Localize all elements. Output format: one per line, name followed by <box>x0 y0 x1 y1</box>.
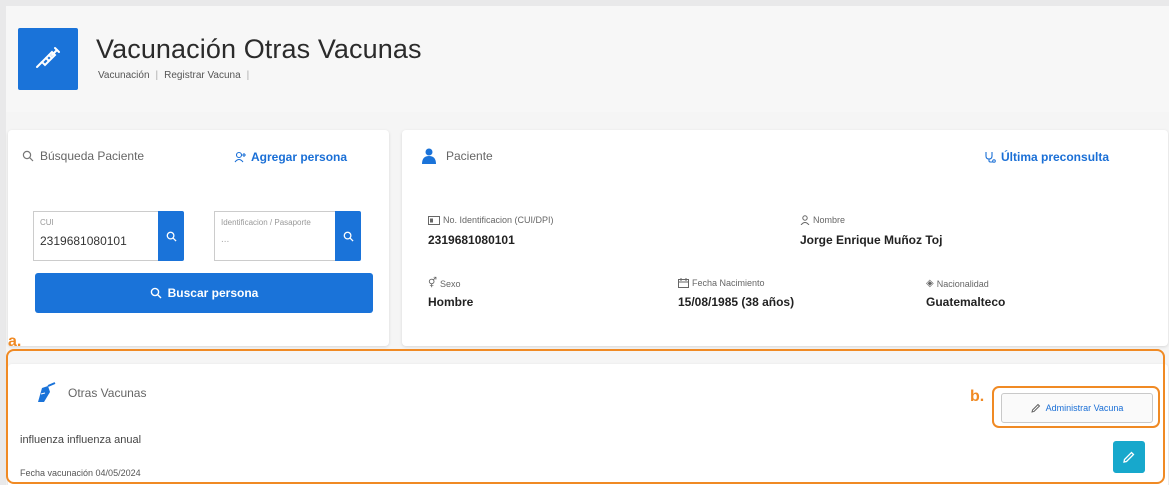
search-icon <box>150 287 162 299</box>
breadcrumb-separator: | <box>246 70 250 81</box>
sex-label-text: Sexo <box>440 278 461 289</box>
search-title: Búsqueda Paciente <box>40 149 145 163</box>
globe-icon: ◈ <box>926 278 934 289</box>
person-outline-icon <box>800 215 810 225</box>
add-person-label: Agregar persona <box>251 150 348 164</box>
id-passport-value: ... <box>221 234 230 245</box>
breadcrumb-separator: | <box>155 70 159 81</box>
id-passport-label: Identificacion / Pasaporte <box>221 218 311 227</box>
birth-label-text: Fecha Nacimiento <box>692 278 765 288</box>
id-passport-input[interactable]: Identificacion / Pasaporte ... <box>214 211 335 261</box>
name-label-text: Nombre <box>813 215 846 225</box>
id-label: No. Identificacion (CUI/DPI) <box>428 215 554 225</box>
breadcrumb-item-registrar[interactable]: Registrar Vacuna <box>164 70 241 81</box>
id-search-button[interactable] <box>335 211 361 261</box>
syringe-icon <box>18 28 78 90</box>
nationality-label-text: Nacionalidad <box>936 278 989 289</box>
id-card-icon <box>428 215 440 225</box>
gender-icon: ⚥ <box>428 278 438 289</box>
cui-input[interactable]: CUI 2319681080101 <box>33 211 158 261</box>
search-person-label: Buscar persona <box>167 286 259 300</box>
nationality-value: Guatemalteco <box>926 295 1006 309</box>
breadcrumb: Vacunación | Registrar Vacuna | <box>98 70 249 81</box>
id-value: 2319681080101 <box>428 233 515 247</box>
birth-label: Fecha Nacimiento <box>678 278 765 288</box>
id-label-text: No. Identificacion (CUI/DPI) <box>443 215 554 225</box>
page-title: Vacunación Otras Vacunas <box>96 34 422 64</box>
name-value: Jorge Enrique Muñoz Toj <box>800 233 943 247</box>
page-header: Vacunación Otras Vacunas Vacunación | Re… <box>6 6 1169 112</box>
calendar-icon <box>678 278 689 288</box>
patient-header: Paciente <box>422 148 493 164</box>
stethoscope-icon <box>985 152 996 163</box>
last-preconsult-link[interactable]: Última preconsulta <box>984 150 1109 164</box>
person-icon <box>422 148 436 164</box>
patient-title: Paciente <box>446 149 493 163</box>
patient-search-card: Búsqueda Paciente Agregar persona CUI 23… <box>8 130 389 346</box>
sex-label: ⚥ Sexo <box>428 278 461 289</box>
annotation-label-b: b. <box>970 388 985 405</box>
add-person-icon <box>234 151 246 163</box>
name-label: Nombre <box>800 215 845 225</box>
add-person-link[interactable]: Agregar persona <box>234 150 347 164</box>
cui-label: CUI <box>40 218 54 227</box>
last-preconsult-label: Última preconsulta <box>1001 150 1110 164</box>
annotation-box-b <box>992 386 1160 428</box>
search-person-button[interactable]: Buscar persona <box>35 273 373 313</box>
sex-value: Hombre <box>428 295 474 309</box>
patient-card: Paciente Última preconsulta No. Identifi… <box>402 130 1168 346</box>
search-icon <box>166 231 177 242</box>
birth-value: 15/08/1985 (38 años) <box>678 295 795 309</box>
search-header: Búsqueda Paciente <box>22 149 144 163</box>
cui-value: 2319681080101 <box>40 234 127 248</box>
search-icon <box>22 150 34 162</box>
annotation-label-a: a. <box>8 333 22 350</box>
nationality-label: ◈ Nacionalidad <box>926 278 989 289</box>
cui-search-button[interactable] <box>158 211 184 261</box>
search-icon <box>343 231 354 242</box>
breadcrumb-item-vacunacion[interactable]: Vacunación <box>98 70 150 81</box>
